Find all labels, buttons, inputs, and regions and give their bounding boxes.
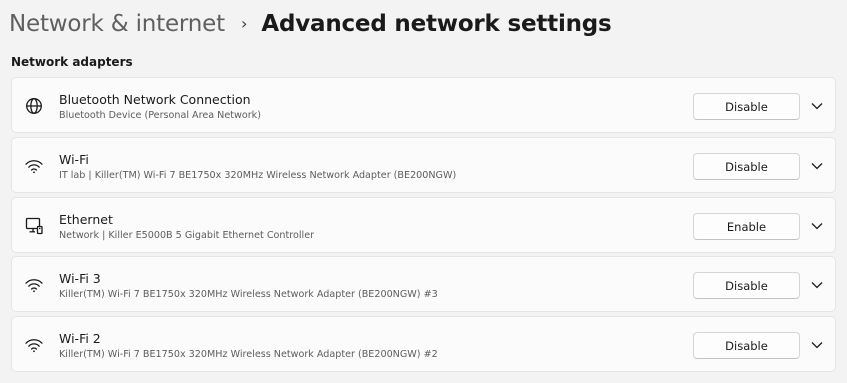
wifi-icon [24, 335, 44, 355]
adapter-name: Wi-Fi 2 [59, 331, 101, 346]
disable-button[interactable]: Disable [693, 272, 800, 299]
enable-button[interactable]: Enable [693, 213, 800, 240]
adapter-card-bluetooth: Bluetooth Network Connection Bluetooth D… [11, 77, 836, 133]
chevron-down-icon[interactable] [807, 335, 827, 355]
wifi-icon [24, 156, 44, 176]
disable-button[interactable]: Disable [693, 332, 800, 359]
breadcrumb-parent-link[interactable]: Network & internet [9, 11, 225, 37]
chevron-down-icon[interactable] [807, 216, 827, 236]
adapter-description: IT lab | Killer(TM) Wi-Fi 7 BE1750x 320M… [59, 170, 457, 181]
adapter-name: Wi-Fi 3 [59, 271, 101, 286]
adapter-description: Network | Killer E5000B 5 Gigabit Ethern… [59, 230, 315, 241]
adapter-description: Killer(TM) Wi-Fi 7 BE1750x 320MHz Wirele… [59, 289, 438, 300]
adapter-card-ethernet: Ethernet Network | Killer E5000B 5 Gigab… [11, 197, 836, 253]
globe-icon [24, 96, 44, 116]
adapter-name: Bluetooth Network Connection [59, 92, 251, 107]
disable-button[interactable]: Disable [693, 153, 800, 180]
ethernet-icon [24, 216, 44, 236]
disable-button[interactable]: Disable [693, 93, 800, 120]
chevron-down-icon[interactable] [807, 96, 827, 116]
wifi-icon [24, 275, 44, 295]
adapter-card-wifi-3: Wi-Fi 3 Killer(TM) Wi-Fi 7 BE1750x 320MH… [11, 256, 836, 312]
page-title: Advanced network settings [261, 11, 612, 37]
adapter-description: Bluetooth Device (Personal Area Network) [59, 110, 261, 121]
section-header-network-adapters: Network adapters [11, 55, 133, 69]
adapter-name: Wi-Fi [59, 152, 89, 167]
chevron-down-icon[interactable] [807, 156, 827, 176]
settings-page: Network & internet › Advanced network se… [0, 0, 847, 383]
adapter-card-wifi-2: Wi-Fi 2 Killer(TM) Wi-Fi 7 BE1750x 320MH… [11, 316, 836, 372]
chevron-down-icon[interactable] [807, 275, 827, 295]
adapter-card-wifi: Wi-Fi IT lab | Killer(TM) Wi-Fi 7 BE1750… [11, 137, 836, 193]
breadcrumb: Network & internet › Advanced network se… [9, 6, 612, 42]
adapter-name: Ethernet [59, 212, 113, 227]
adapter-description: Killer(TM) Wi-Fi 7 BE1750x 320MHz Wirele… [59, 349, 438, 360]
breadcrumb-separator: › [240, 13, 248, 33]
